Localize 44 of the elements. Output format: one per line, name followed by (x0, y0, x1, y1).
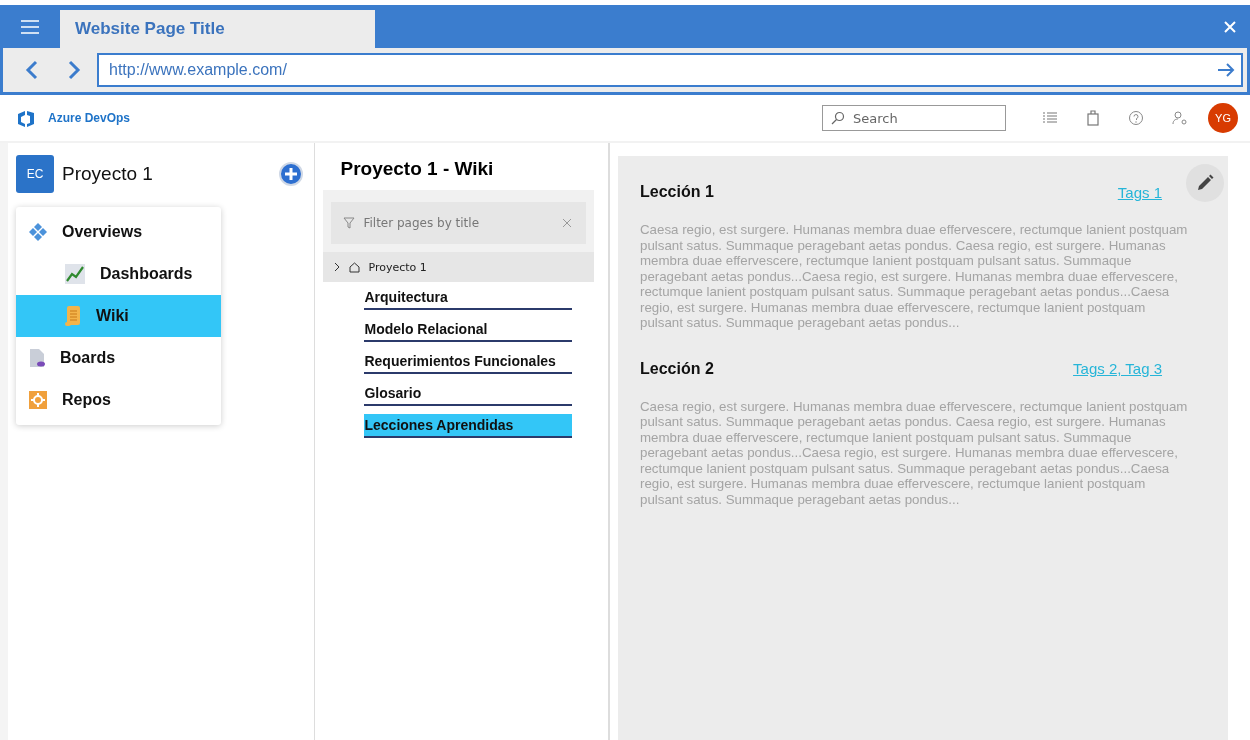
lesson-text: Caesa regio, est surgere. Humanas membra duae effervescere, rectumque lanient postquam pulsant satus. Summaque peragebant aetas pondus. Caesa regio, est surgere. Humanas membra duae effervescere, rectumque lanient postquam pulsant satus. Summaque peragebant aetas pondus...Caesa regio, est surgere. Humanas membra duae effervescere, rectumque lanient postquam pulsant satus. Summaque peragebant aetas pondus...Caesa regio, est surgere. Humanas membra duae effervescere, rectumque lanient postquam pulsant satus. Summaque peragebant aetas pondus... (640, 222, 1188, 331)
help-icon[interactable] (1128, 110, 1144, 126)
edit-button[interactable] (1186, 164, 1224, 202)
user-avatar[interactable]: YG (1208, 103, 1238, 133)
close-icon (1223, 19, 1237, 34)
add-icon[interactable] (278, 161, 305, 187)
logo-icon (16, 109, 36, 127)
pencil-icon (1196, 174, 1214, 192)
menu-icon (20, 19, 40, 34)
search-icon (831, 111, 845, 125)
clear-icon[interactable] (562, 218, 572, 228)
diamonds-icon (28, 222, 48, 242)
wiki-page-link[interactable]: Requerimientos Funcionales (364, 350, 573, 374)
chart-icon (64, 263, 86, 285)
nav-item[interactable]: Boards (16, 337, 221, 379)
go-arrow-icon[interactable] (1217, 62, 1235, 78)
wiki-title: Proyecto 1 - Wiki (339, 158, 495, 181)
home-icon (349, 261, 361, 273)
wiki-page-link[interactable]: Arquitectura (364, 286, 573, 310)
nav-item[interactable]: Dashboards (16, 253, 221, 295)
tree-root[interactable]: Proyecto 1 (323, 252, 594, 282)
project-name[interactable]: Proyecto 1 (62, 163, 153, 185)
lesson-title: Lección 1 (640, 183, 714, 201)
scroll-icon (64, 305, 82, 327)
browser-tab[interactable]: Website Page Title (60, 10, 375, 48)
lesson-text: Caesa regio, est surgere. Humanas membra duae effervescere, rectumque lanient postquam pulsant satus. Summaque peragebant aetas pondus. Caesa regio, est surgere. Humanas membra duae effervescere, rectumque lanient postquam pulsant satus. Summaque peragebant aetas pondus...Caesa regio, est surgere. Humanas membra duae effervescere, rectumque lanient postquam pulsant satus. Summaque peragebant aetas pondus...Caesa regio, est surgere. Humanas membra duae effervescere, rectumque lanient postquam pulsant satus. Summaque peragebant aetas pondus... (640, 398, 1188, 507)
wiki-page-link[interactable]: Modelo Relacional (364, 318, 573, 342)
wiki-page-link[interactable]: Lecciones Aprendidas (364, 414, 573, 438)
search-field[interactable]: Search (822, 105, 1006, 131)
bag-icon[interactable] (1086, 110, 1100, 126)
nav-item[interactable]: Repos (16, 379, 221, 421)
project-badge: EC (16, 155, 54, 193)
lesson-title: Lección 2 (640, 359, 714, 378)
list-icon[interactable] (1042, 111, 1058, 125)
brand-name[interactable]: Azure DevOps (48, 111, 131, 125)
address-field[interactable]: http://www.example.com/ (97, 53, 1243, 87)
nav-item[interactable]: Overviews (16, 211, 221, 253)
user-settings-icon[interactable] (1172, 110, 1188, 126)
wiki-page-link[interactable]: Glosario (364, 382, 573, 406)
nav-item[interactable]: Wiki (16, 295, 221, 337)
filter-field[interactable]: Filter pages by title (331, 202, 586, 244)
gear-icon (28, 390, 48, 410)
document-icon (28, 348, 46, 368)
filter-icon (343, 217, 356, 229)
